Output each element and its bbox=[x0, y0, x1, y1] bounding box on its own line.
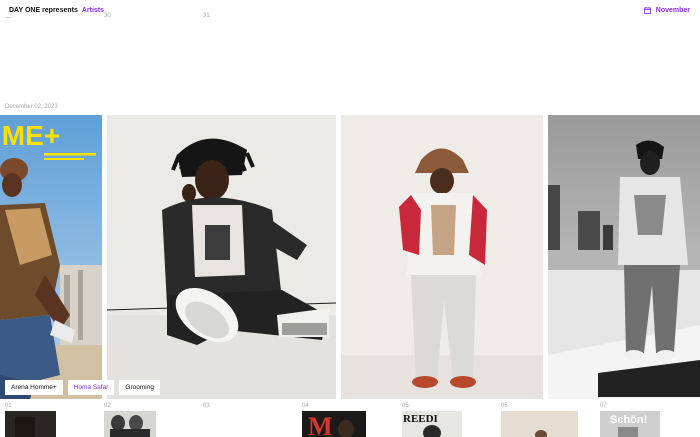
magazine-title: REEDI bbox=[403, 413, 438, 425]
day-number: 05 bbox=[402, 403, 409, 409]
thumbnail[interactable] bbox=[501, 411, 578, 437]
tag-artist[interactable]: Homa Safar bbox=[67, 380, 115, 395]
day-marker bbox=[6, 17, 11, 18]
month-selector[interactable]: November bbox=[643, 7, 690, 14]
cover-masthead: IME+ bbox=[0, 120, 60, 151]
magazine-title: Schön! bbox=[610, 414, 647, 426]
tag-publication[interactable]: Arena Homme+ bbox=[5, 380, 63, 395]
gallery-photo-cover[interactable]: IME+ bbox=[0, 115, 102, 399]
brand-name: DAY ONE represents bbox=[9, 7, 78, 14]
day-number: 07 bbox=[600, 403, 607, 409]
brand-section-link[interactable]: Artists bbox=[82, 7, 104, 14]
day-number: 02 bbox=[104, 403, 111, 409]
thumbnail-magazine[interactable]: Schön! bbox=[600, 411, 660, 437]
day-number: 06 bbox=[501, 403, 508, 409]
thumbnail[interactable] bbox=[5, 411, 56, 437]
day-number: 03 bbox=[203, 403, 210, 409]
tag-category[interactable]: Grooming bbox=[119, 380, 160, 395]
gallery-photo-rooftop[interactable] bbox=[548, 115, 700, 399]
day-number: 30 bbox=[104, 13, 111, 19]
magazine-letter: M bbox=[308, 412, 333, 437]
day-number: 04 bbox=[302, 403, 309, 409]
day-number: 31 bbox=[203, 13, 210, 19]
brand-logo[interactable]: DAY ONE represents Artists bbox=[9, 7, 104, 14]
gallery-photo-seated[interactable] bbox=[107, 115, 336, 399]
thumbnail-magazine[interactable]: REEDI bbox=[402, 411, 462, 437]
thumbnail[interactable] bbox=[104, 411, 156, 437]
page: DAY ONE represents Artists November 30 3… bbox=[0, 0, 700, 437]
month-label: November bbox=[655, 7, 690, 14]
tag-list: Arena Homme+ Homa Safar Grooming bbox=[5, 380, 160, 395]
gallery-photo-standing[interactable] bbox=[341, 115, 543, 399]
calendar-icon bbox=[643, 7, 651, 14]
thumbnail-magazine[interactable]: M bbox=[302, 411, 366, 437]
day-number: 01 bbox=[5, 403, 12, 409]
date-heading: December 02, 2023 bbox=[5, 104, 58, 110]
photo-gallery: IME+ bbox=[0, 115, 700, 399]
